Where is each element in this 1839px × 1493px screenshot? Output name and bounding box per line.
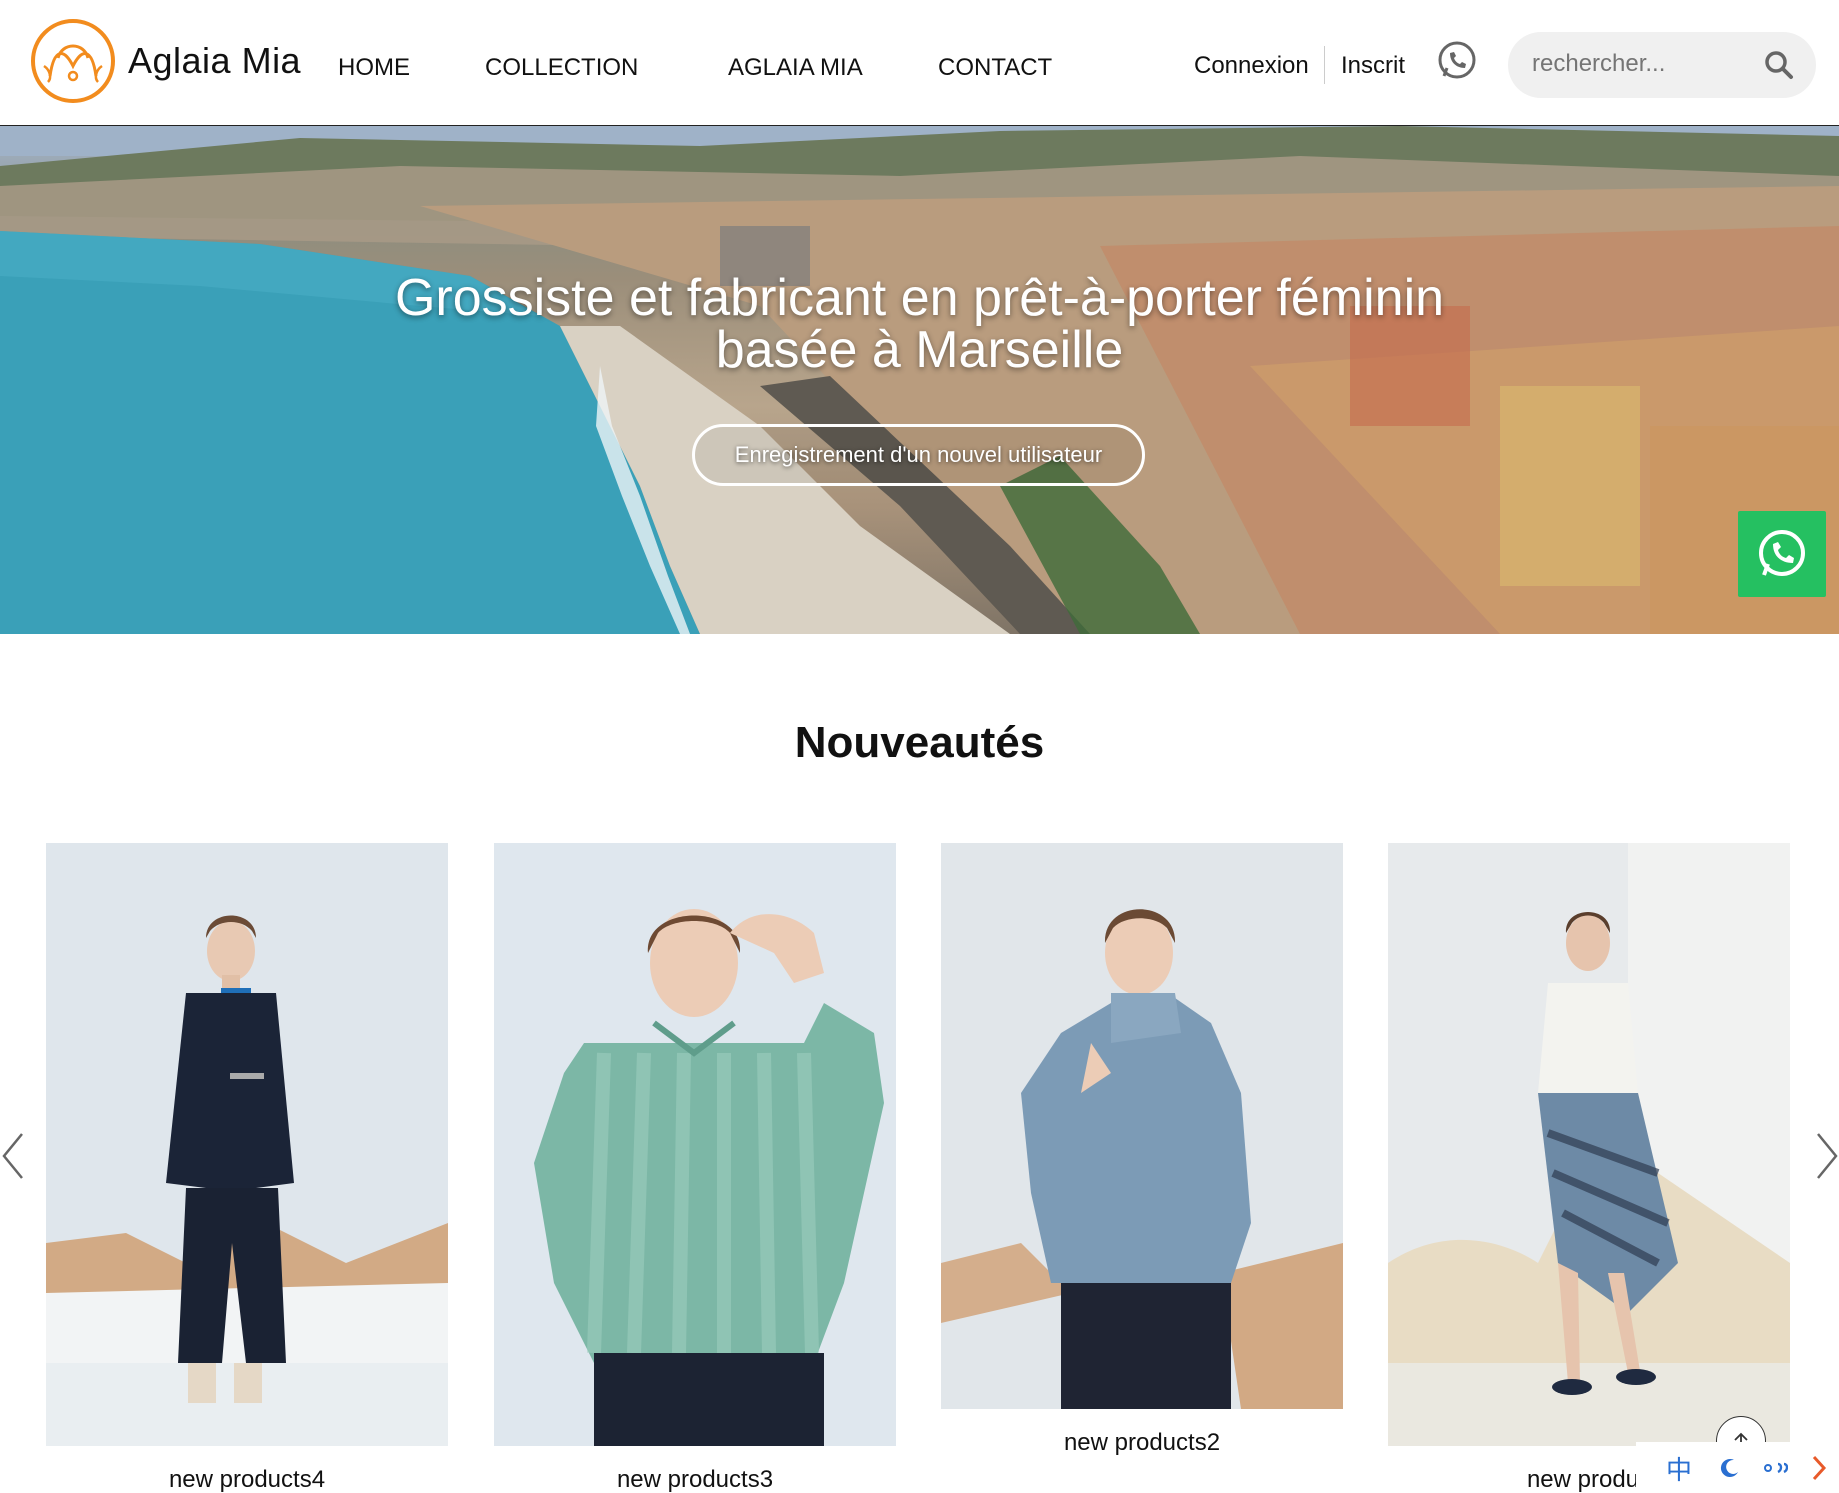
logo-mark-icon [31, 19, 115, 103]
nav-aglaia-mia[interactable]: AGLAIA MIA [728, 54, 863, 82]
search-box [1508, 32, 1816, 98]
hero-title-line1: Grossiste et fabricant en prêt-à-porter … [394, 269, 1445, 327]
product-label[interactable]: new products2 [941, 1429, 1343, 1457]
punctuation-icon[interactable] [1762, 1456, 1788, 1480]
product-image[interactable] [941, 843, 1343, 1409]
site-header: Aglaia Mia HOME COLLECTION AGLAIA MIA CO… [0, 0, 1839, 126]
logo[interactable]: Aglaia Mia [30, 18, 301, 104]
product-label[interactable]: new products3 [494, 1466, 896, 1493]
hero-image [0, 126, 1839, 634]
hero-title-line2: basée à Marseille [715, 321, 1124, 379]
whatsapp-icon[interactable] [1436, 40, 1478, 82]
system-tray: 中 [1636, 1442, 1839, 1493]
login-link[interactable]: Connexion [1194, 52, 1309, 80]
whatsapp-float-button[interactable] [1738, 511, 1826, 597]
nav-home[interactable]: HOME [338, 54, 410, 82]
search-input[interactable] [1532, 50, 1752, 78]
search-icon[interactable] [1764, 50, 1794, 80]
carousel-next-icon[interactable] [1810, 1130, 1839, 1182]
nav-contact[interactable]: CONTACT [938, 54, 1052, 82]
product-image[interactable] [1388, 843, 1790, 1446]
product-label[interactable]: new products4 [46, 1466, 448, 1493]
moon-icon[interactable] [1718, 1456, 1742, 1480]
chevron-right-icon[interactable] [1810, 1454, 1828, 1482]
section-title: Nouveautés [794, 718, 1045, 767]
product-card[interactable]: new products4 [46, 843, 448, 1493]
product-image[interactable] [46, 843, 448, 1446]
ime-chinese-indicator[interactable]: 中 [1666, 1450, 1692, 1487]
hero-banner: Grossiste et fabricant en prêt-à-porter … [0, 126, 1839, 634]
register-link[interactable]: Inscrit [1341, 52, 1405, 80]
hero-title: Grossiste et fabricant en prêt-à-porter … [0, 272, 1839, 376]
nav-collection[interactable]: COLLECTION [485, 54, 638, 82]
whatsapp-icon [1759, 530, 1805, 576]
product-card[interactable]: new products3 [494, 843, 896, 1493]
register-user-button[interactable]: Enregistrement d'un nouvel utilisateur [692, 424, 1145, 486]
logo-text: Aglaia Mia [128, 40, 302, 81]
product-image[interactable] [494, 843, 896, 1446]
product-card[interactable]: new products2 [941, 843, 1343, 1457]
carousel-prev-icon[interactable] [0, 1130, 30, 1182]
product-card[interactable]: new produc [1388, 843, 1790, 1493]
auth-divider [1324, 46, 1325, 84]
